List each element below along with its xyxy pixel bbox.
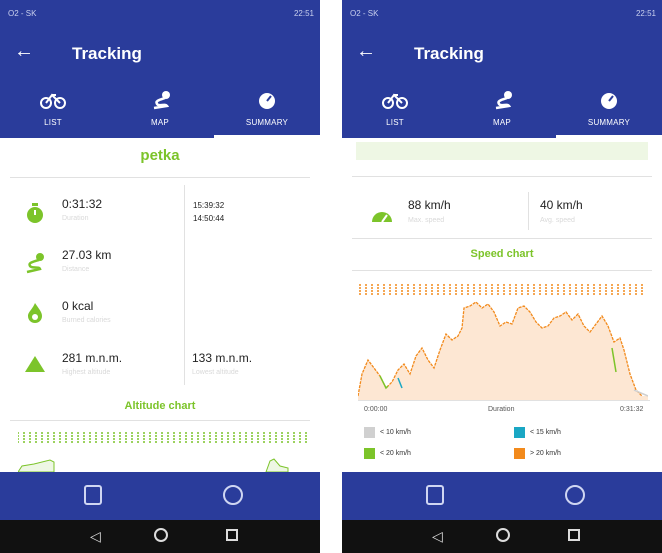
bottom-action-bar bbox=[342, 472, 662, 520]
legend-swatch-grey bbox=[364, 427, 375, 438]
android-nav-bar: ◁ bbox=[0, 520, 320, 553]
altitude-chart-ticks bbox=[18, 432, 307, 444]
altitude-chart-preview bbox=[18, 432, 307, 472]
divider bbox=[352, 270, 652, 271]
recents-nav-icon[interactable] bbox=[226, 529, 238, 541]
column-divider bbox=[528, 192, 529, 230]
speedometer-icon bbox=[259, 93, 275, 109]
speedometer-icon bbox=[601, 93, 617, 109]
summary-document-icon[interactable] bbox=[84, 485, 102, 505]
route-icon bbox=[153, 91, 170, 110]
page-title: Tracking bbox=[414, 44, 484, 63]
duration-value: 0:31:32 bbox=[62, 197, 103, 211]
settings-icon[interactable] bbox=[565, 485, 585, 505]
status-bar: O2 - SK 22:51 bbox=[342, 0, 662, 28]
avg-speed-value: 40 km/h bbox=[540, 198, 583, 212]
tab-summary[interactable]: SUMMARY bbox=[214, 82, 320, 138]
axis-start-label: 0:00:00 bbox=[364, 406, 388, 413]
lowest-altitude-label: Lowest altitude bbox=[192, 369, 239, 376]
flame-icon bbox=[28, 303, 42, 323]
carrier-text: O2 - SK bbox=[350, 9, 379, 18]
tab-list[interactable]: LIST bbox=[0, 82, 106, 138]
tab-summary-label: SUMMARY bbox=[245, 118, 289, 127]
back-nav-icon[interactable]: ◁ bbox=[90, 528, 101, 545]
bottom-action-bar bbox=[0, 472, 320, 520]
tab-list-label: LIST bbox=[44, 118, 62, 127]
divider bbox=[352, 238, 652, 239]
legend-swatch-orange bbox=[514, 448, 525, 459]
tab-map-label: MAP bbox=[493, 118, 511, 127]
recents-nav-icon[interactable] bbox=[568, 529, 580, 541]
legend-label: < 15 km/h bbox=[530, 429, 561, 436]
legend-label: > 20 km/h bbox=[530, 450, 561, 457]
scrolled-panel bbox=[356, 142, 648, 160]
tab-list-label: LIST bbox=[386, 118, 404, 127]
calories-label: Burned calories bbox=[62, 317, 111, 324]
legend-swatch-blue bbox=[514, 427, 525, 438]
back-arrow-icon[interactable]: ← bbox=[356, 40, 376, 63]
settings-icon[interactable] bbox=[223, 485, 243, 505]
track-name: petka bbox=[140, 147, 180, 164]
highest-altitude-label: Highest altitude bbox=[62, 369, 111, 376]
speed-chart-baseline bbox=[358, 400, 650, 401]
route-icon bbox=[26, 253, 44, 274]
speedometer-icon bbox=[372, 212, 392, 223]
end-time: 14:50:44 bbox=[193, 214, 225, 223]
legend-swatch-green bbox=[364, 448, 375, 459]
app-bar: ← Tracking bbox=[342, 28, 662, 82]
highest-altitude-value: 281 m.n.m. bbox=[62, 351, 123, 365]
distance-value: 27.03 km bbox=[62, 248, 112, 262]
carrier-text: O2 - SK bbox=[8, 9, 37, 18]
back-arrow-icon[interactable]: ← bbox=[14, 40, 34, 63]
divider bbox=[10, 420, 310, 421]
max-speed-value: 88 km/h bbox=[408, 198, 451, 212]
speed-chart bbox=[358, 284, 648, 400]
back-nav-icon[interactable]: ◁ bbox=[432, 528, 443, 545]
speed-chart-title: Speed chart bbox=[470, 248, 534, 260]
max-speed-label: Max. speed bbox=[408, 217, 445, 224]
phone-screen-left: O2 - SK 22:51 ← Tracking LIST MAP SUMMAR… bbox=[0, 0, 320, 553]
home-nav-icon[interactable] bbox=[154, 528, 168, 542]
legend-label: < 10 km/h bbox=[380, 429, 411, 436]
tab-map[interactable]: MAP bbox=[449, 82, 555, 138]
duration-label: Duration bbox=[62, 215, 89, 222]
tab-list[interactable]: LIST bbox=[342, 82, 448, 138]
tab-bar: LIST MAP SUMMARY bbox=[342, 82, 662, 138]
axis-end-label: 0:31:32 bbox=[620, 406, 644, 413]
column-divider bbox=[184, 185, 185, 385]
tab-bar: LIST MAP SUMMARY bbox=[0, 82, 320, 138]
app-bar: ← Tracking bbox=[0, 28, 320, 82]
divider bbox=[352, 176, 652, 177]
summary-document-icon[interactable] bbox=[426, 485, 444, 505]
start-time: 15:39:32 bbox=[193, 201, 225, 210]
speed-chart-ticks bbox=[359, 284, 643, 296]
page-title: Tracking bbox=[72, 44, 142, 63]
status-clock: 22:51 bbox=[293, 9, 314, 18]
status-clock: 22:51 bbox=[635, 9, 656, 18]
bike-icon bbox=[382, 93, 408, 109]
altitude-chart-title: Altitude chart bbox=[124, 400, 196, 412]
distance-label: Distance bbox=[62, 266, 90, 273]
phone-screen-right: O2 - SK 22:51 ← Tracking LIST MAP SUMMAR… bbox=[342, 0, 662, 553]
tab-map[interactable]: MAP bbox=[107, 82, 213, 138]
mountain-icon bbox=[25, 356, 45, 372]
tab-map-label: MAP bbox=[151, 118, 169, 127]
home-nav-icon[interactable] bbox=[496, 528, 510, 542]
legend-label: < 20 km/h bbox=[380, 450, 411, 457]
stopwatch-icon bbox=[27, 203, 43, 223]
axis-title-label: Duration bbox=[488, 406, 515, 413]
lowest-altitude-value: 133 m.n.m. bbox=[192, 351, 253, 365]
route-icon bbox=[495, 91, 512, 110]
android-nav-bar: ◁ bbox=[342, 520, 662, 553]
avg-speed-label: Avg. speed bbox=[540, 217, 575, 224]
calories-value: 0 kcal bbox=[62, 299, 94, 313]
tab-summary-label: SUMMARY bbox=[587, 118, 631, 127]
bike-icon bbox=[40, 93, 66, 109]
tab-summary[interactable]: SUMMARY bbox=[556, 82, 662, 138]
divider bbox=[10, 177, 310, 178]
status-bar: O2 - SK 22:51 bbox=[0, 0, 320, 28]
